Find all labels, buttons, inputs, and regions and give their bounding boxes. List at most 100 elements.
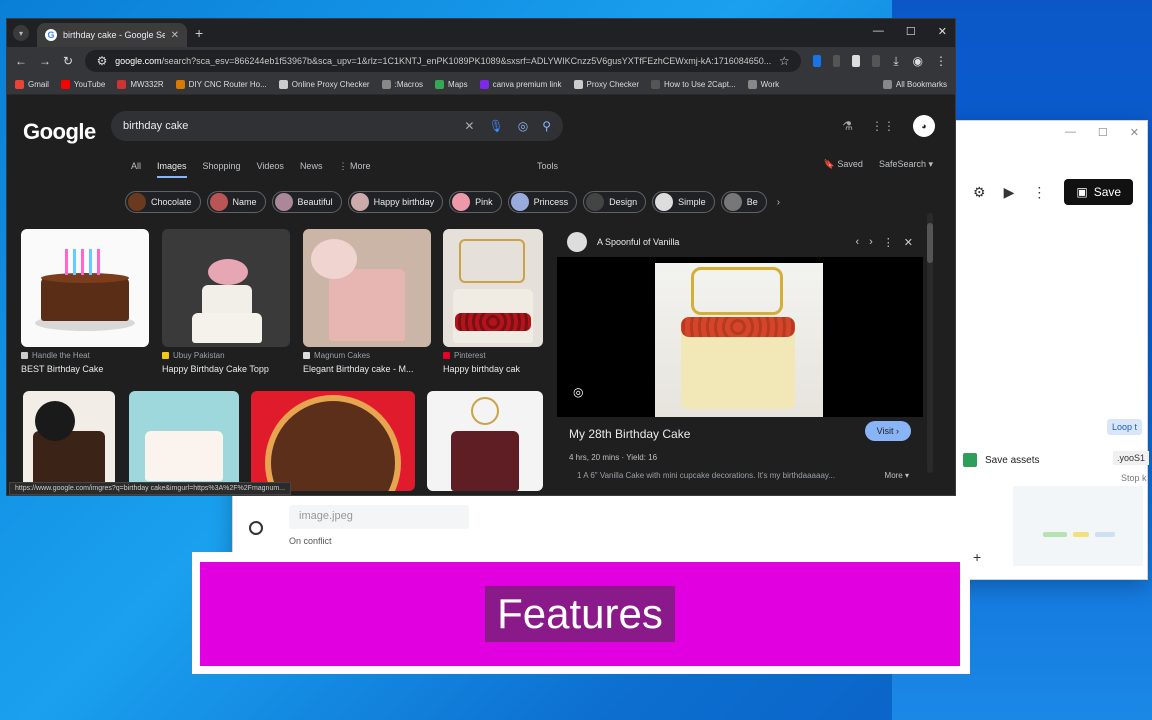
avatar[interactable]: ◕ <box>913 115 935 137</box>
back-icon[interactable]: ← <box>15 54 27 68</box>
extension-icon[interactable] <box>852 55 861 67</box>
refinement-chip[interactable]: Princess <box>507 191 578 213</box>
result-thumbnail[interactable] <box>303 229 431 347</box>
download-icon[interactable]: ⤓ <box>892 54 901 69</box>
preview-site-name[interactable]: A Spoonful of Vanilla <box>597 237 845 247</box>
omnibox[interactable]: ⚙ google.com/search?sca_esv=866244eb1f53… <box>85 50 802 72</box>
maximize-icon[interactable]: ☐ <box>1098 126 1108 139</box>
search-tab[interactable]: News <box>300 161 323 178</box>
result-thumbnail[interactable] <box>23 391 115 491</box>
chevron-right-icon[interactable]: › <box>777 197 780 208</box>
mic-icon[interactable]: 🎙 <box>488 119 503 133</box>
refinement-chip[interactable]: Name <box>206 191 266 213</box>
bookmark-item[interactable]: :Macros <box>381 80 423 89</box>
refinement-chip[interactable]: Be <box>720 191 767 213</box>
user-icon[interactable] <box>249 521 263 535</box>
site-info-icon[interactable]: ⚙ <box>95 54 109 68</box>
play-icon[interactable]: ▶ <box>1004 184 1015 201</box>
search-tab[interactable]: Images <box>157 161 187 178</box>
preview-title[interactable]: My 28th Birthday Cake <box>569 427 690 441</box>
url-text[interactable]: google.com/search?sca_esv=866244eb1f5396… <box>115 56 771 66</box>
result-thumbnail[interactable] <box>129 391 239 491</box>
chrome-window[interactable]: ▾ G birthday cake - Google Search ✕ + — … <box>6 18 956 496</box>
minimap[interactable] <box>1013 486 1143 566</box>
preview-image[interactable]: ◎ <box>557 257 923 417</box>
result-thumbnail[interactable] <box>251 391 415 491</box>
image-result[interactable] <box>129 391 239 491</box>
safesearch-button[interactable]: SafeSearch ▾ <box>879 159 933 170</box>
refinement-chip[interactable]: Design <box>583 191 647 213</box>
add-icon[interactable]: + <box>973 549 981 565</box>
chevron-right-icon[interactable]: › <box>869 236 873 248</box>
save-button[interactable]: ▣ Save <box>1064 179 1134 205</box>
extensions-puzzle-icon[interactable] <box>872 55 880 67</box>
image-result[interactable]: Ubuy Pakistan Happy Birthday Cake Topp <box>162 229 290 374</box>
bookmark-item[interactable]: MW332R <box>117 80 164 89</box>
scrollbar[interactable] <box>927 213 933 473</box>
result-title[interactable]: Elegant Birthday cake - M... <box>303 364 431 374</box>
result-title[interactable]: Happy Birthday Cake Topp <box>162 364 290 374</box>
search-icon[interactable]: ⚲ <box>542 119 551 133</box>
search-input[interactable]: birthday cake <box>123 120 450 132</box>
bookmark-item[interactable]: YouTube <box>60 80 105 89</box>
variable-label[interactable]: .yooS1 <box>1113 451 1150 465</box>
bookmark-item[interactable]: Online Proxy Checker <box>278 80 370 89</box>
refinement-chip[interactable]: Pink <box>449 191 502 213</box>
labs-icon[interactable]: ⚗ <box>842 119 853 133</box>
tools-button[interactable]: Tools <box>537 161 558 171</box>
close-icon[interactable]: ✕ <box>1130 126 1139 139</box>
search-box[interactable]: birthday cake ✕ 🎙 ◎ ⚲ <box>111 111 563 141</box>
bookmark-item[interactable]: Maps <box>435 80 468 89</box>
loop-chip[interactable]: Loop t <box>1107 419 1143 435</box>
profile-icon[interactable]: ◉ <box>913 54 923 68</box>
reload-icon[interactable]: ↻ <box>63 54 73 68</box>
all-bookmarks[interactable]: All Bookmarks <box>882 80 947 89</box>
scrollbar-thumb[interactable] <box>927 223 933 263</box>
save-assets-node[interactable]: Save assets <box>963 453 1039 467</box>
apps-grid-icon[interactable]: ⋮⋮ <box>871 119 895 133</box>
image-result[interactable]: Pinterest Happy birthday cak <box>443 229 543 374</box>
extension-icon[interactable] <box>832 55 841 67</box>
search-tab[interactable]: ⋮ More <box>338 161 370 178</box>
result-thumbnail[interactable] <box>162 229 290 347</box>
maximize-icon[interactable]: ☐ <box>906 25 916 38</box>
bookmark-star-icon[interactable]: ☆ <box>777 54 791 68</box>
refinement-chip[interactable]: Beautiful <box>271 191 342 213</box>
forward-icon[interactable]: → <box>39 54 51 68</box>
minimize-icon[interactable]: — <box>873 25 884 38</box>
result-thumbnail[interactable] <box>21 229 149 347</box>
image-result[interactable]: Magnum Cakes Elegant Birthday cake - M..… <box>303 229 431 374</box>
search-tab[interactable]: Videos <box>257 161 284 178</box>
refinement-chip[interactable]: Chocolate <box>125 191 201 213</box>
clear-icon[interactable]: ✕ <box>464 119 474 133</box>
search-tab[interactable]: Shopping <box>203 161 241 178</box>
extension-icon[interactable] <box>813 55 821 67</box>
settings-icon[interactable]: ⚙ <box>973 184 986 201</box>
new-tab-icon[interactable]: + <box>195 25 203 41</box>
chevron-left-icon[interactable]: ‹ <box>855 236 859 248</box>
result-thumbnail[interactable] <box>427 391 543 491</box>
result-title[interactable]: BEST Birthday Cake <box>21 364 149 374</box>
image-result[interactable] <box>427 391 543 491</box>
bookmark-item[interactable]: Gmail <box>15 80 49 89</box>
lens-icon[interactable]: ◎ <box>518 119 528 133</box>
bookmark-item[interactable]: canva premium link <box>479 80 562 89</box>
bookmark-item[interactable]: Work <box>747 80 779 89</box>
close-icon[interactable]: ✕ <box>938 25 947 38</box>
filename-field[interactable]: image.jpeg <box>289 505 469 529</box>
result-title[interactable]: Happy birthday cak <box>443 364 543 374</box>
visit-button[interactable]: Visit › <box>864 421 911 441</box>
browser-tab[interactable]: G birthday cake - Google Search ✕ <box>37 23 187 47</box>
image-result[interactable] <box>251 391 415 491</box>
image-result[interactable] <box>23 391 115 491</box>
bookmark-item[interactable]: How to Use 2Capt... <box>651 80 736 89</box>
more-button[interactable]: More ▾ <box>885 471 909 480</box>
refinement-chip[interactable]: Happy birthday <box>347 191 444 213</box>
close-icon[interactable]: ✕ <box>904 236 913 249</box>
refinement-chip[interactable]: Simple <box>652 191 715 213</box>
bookmark-item[interactable]: Proxy Checker <box>573 80 639 89</box>
result-thumbnail[interactable] <box>443 229 543 347</box>
saved-button[interactable]: 🔖 Saved <box>824 159 863 170</box>
image-result[interactable]: Handle the Heat BEST Birthday Cake <box>21 229 149 374</box>
more-options-icon[interactable]: ⋮ <box>883 236 894 249</box>
